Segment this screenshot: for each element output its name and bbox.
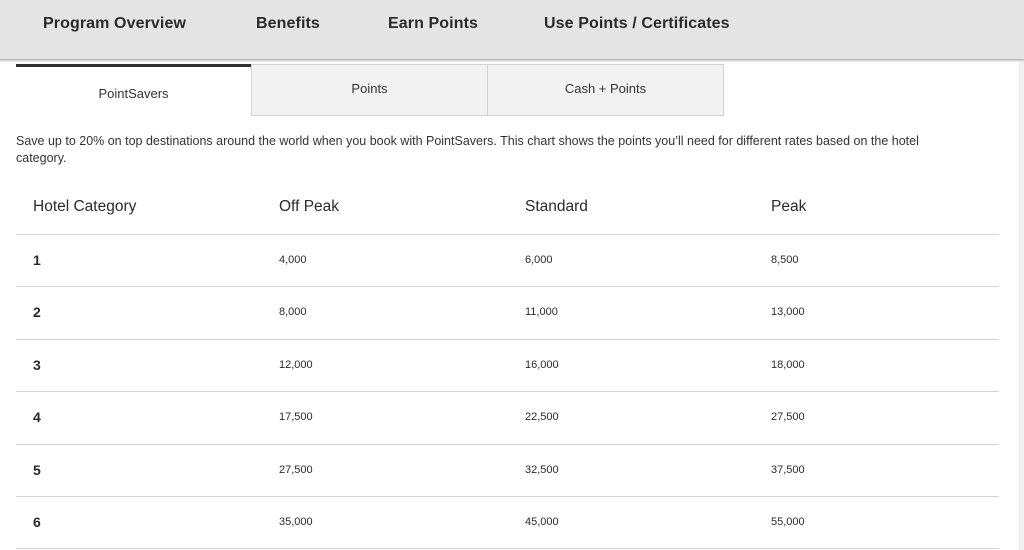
header-peak: Peak xyxy=(771,198,807,215)
page: Program Overview Benefits Earn Points Us… xyxy=(0,0,1024,550)
cell-off-peak: 27,500 xyxy=(279,463,313,476)
cell-peak: 55,000 xyxy=(771,515,805,528)
cell-hotel-category: 3 xyxy=(33,356,41,373)
points-table: Hotel Category Off Peak Standard Peak 1 … xyxy=(16,182,999,550)
table-row: 2 8,000 11,000 13,000 xyxy=(16,287,999,340)
cell-peak: 8,500 xyxy=(771,254,799,266)
header-off-peak: Off Peak xyxy=(279,198,340,215)
cell-standard: 32,500 xyxy=(525,463,559,476)
tab-label: Points xyxy=(351,80,388,96)
cell-standard: 22,500 xyxy=(525,411,559,424)
table-row: 6 35,000 45,000 55,000 xyxy=(16,497,999,550)
nav-program-overview[interactable]: Program Overview xyxy=(43,15,186,33)
cell-peak: 18,000 xyxy=(771,358,805,371)
pointsavers-description: Save up to 20% on top destinations aroun… xyxy=(16,134,919,165)
tab-points[interactable]: Points xyxy=(251,64,488,116)
tab-label: PointSavers xyxy=(98,86,169,101)
cell-standard: 6,000 xyxy=(525,254,553,266)
cell-off-peak: 12,000 xyxy=(279,358,313,371)
table-header: Hotel Category Off Peak Standard Peak xyxy=(16,182,999,235)
cell-off-peak: 4,000 xyxy=(279,254,307,266)
cell-off-peak: 8,000 xyxy=(279,306,307,319)
nav-benefits[interactable]: Benefits xyxy=(256,15,320,33)
table-row: 1 4,000 6,000 8,500 xyxy=(16,235,999,288)
header-standard: Standard xyxy=(525,198,588,215)
table-row: 4 17,500 22,500 27,500 xyxy=(16,392,999,445)
cell-hotel-category: 5 xyxy=(33,461,41,478)
table-row: 5 27,500 32,500 37,500 xyxy=(16,445,999,497)
cell-standard: 16,000 xyxy=(525,358,559,371)
cell-standard: 11,000 xyxy=(525,306,558,319)
tab-label: Cash + Points xyxy=(564,80,647,96)
tab-pointsavers[interactable]: PointSavers xyxy=(16,64,251,118)
cell-hotel-category: 6 xyxy=(33,513,41,530)
top-navigation: Program Overview Benefits Earn Points Us… xyxy=(0,0,1024,60)
vertical-scrollbar[interactable] xyxy=(1019,62,1024,550)
cell-standard: 45,000 xyxy=(525,515,559,528)
cell-off-peak: 35,000 xyxy=(279,515,313,528)
nav-earn-points[interactable]: Earn Points xyxy=(388,15,478,33)
cell-hotel-category: 2 xyxy=(33,304,41,321)
nav-use-points-certificates[interactable]: Use Points / Certificates xyxy=(544,15,730,33)
cell-hotel-category: 4 xyxy=(33,409,41,426)
cell-off-peak: 17,500 xyxy=(279,411,313,424)
cell-peak: 37,500 xyxy=(771,463,805,476)
table-row: 3 12,000 16,000 18,000 xyxy=(16,340,999,393)
cell-peak: 13,000 xyxy=(771,306,805,319)
header-hotel-category: Hotel Category xyxy=(33,198,137,215)
tab-cash-points[interactable]: Cash + Points xyxy=(487,64,724,116)
cell-peak: 27,500 xyxy=(771,411,805,424)
cell-hotel-category: 1 xyxy=(33,252,41,268)
